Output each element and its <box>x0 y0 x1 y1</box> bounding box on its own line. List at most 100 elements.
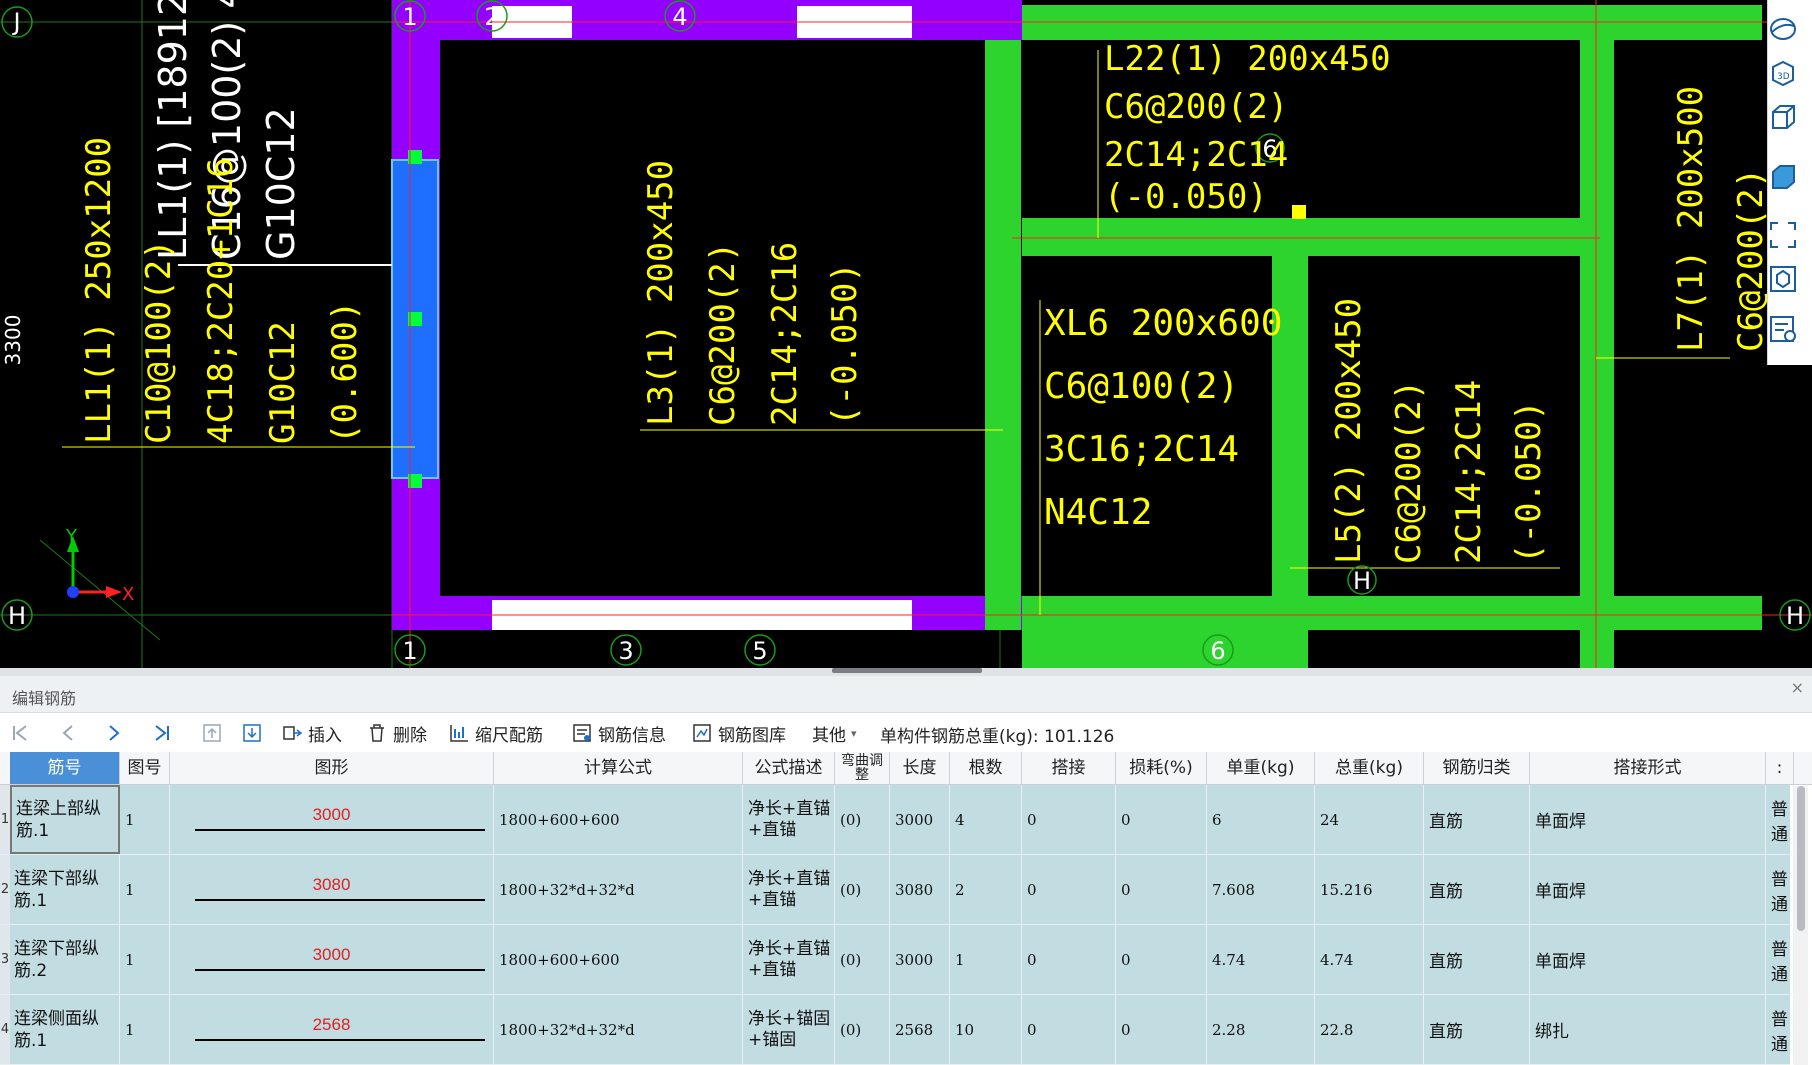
next-record-button[interactable] <box>102 721 126 745</box>
table-row[interactable]: 1 连梁上部纵筋.1 1 3000 1800+600+600 净长+直锚+直锚 … <box>0 785 1794 855</box>
formula-cell[interactable]: 1800+32*d+32*d <box>494 855 743 924</box>
rebar-library-button[interactable]: 钢筋图库 <box>692 721 786 746</box>
length-cell[interactable]: 3000 <box>890 785 950 854</box>
bend-adjust-cell[interactable]: (0) <box>835 785 890 854</box>
extra-cell[interactable]: 普通 <box>1766 925 1794 994</box>
col-header-lap-form[interactable]: 搭接形式 <box>1530 752 1766 784</box>
splitter-grip[interactable] <box>832 668 982 673</box>
col-header-shape[interactable]: 图形 <box>170 752 494 784</box>
formula-cell[interactable]: 1800+32*d+32*d <box>494 995 743 1064</box>
first-record-button[interactable] <box>8 721 32 745</box>
lap-cell[interactable]: 0 <box>1022 925 1116 994</box>
rebar-class-cell[interactable]: 直筋 <box>1424 925 1530 994</box>
col-header-bend-adjust[interactable]: 弯曲调整 <box>835 752 890 784</box>
loss-cell[interactable]: 0 <box>1116 925 1207 994</box>
col-header-length[interactable]: 长度 <box>890 752 950 784</box>
shape-cell[interactable]: 3000 <box>170 785 494 854</box>
lap-cell[interactable]: 0 <box>1022 785 1116 854</box>
lap-form-cell[interactable]: 单面焊 <box>1530 785 1766 854</box>
bend-adjust-cell[interactable]: (0) <box>835 995 890 1064</box>
lap-cell[interactable]: 0 <box>1022 995 1116 1064</box>
box-filled-icon[interactable] <box>1768 162 1798 192</box>
total-weight-cell[interactable]: 24 <box>1315 785 1424 854</box>
count-cell[interactable]: 1 <box>950 925 1022 994</box>
move-up-button[interactable] <box>200 721 224 745</box>
col-header-bar-no[interactable]: 筋号 <box>10 752 120 784</box>
count-cell[interactable]: 2 <box>950 855 1022 924</box>
unit-weight-cell[interactable]: 7.608 <box>1207 855 1315 924</box>
col-header-unit-weight[interactable]: 单重(kg) <box>1207 752 1315 784</box>
delete-button[interactable]: 删除 <box>367 721 427 746</box>
extra-cell[interactable]: 普通 <box>1766 855 1794 924</box>
total-weight-cell[interactable]: 15.216 <box>1315 855 1424 924</box>
table-row[interactable]: 2 连梁下部纵筋.1 1 3080 1800+32*d+32*d 净长+直锚+直… <box>0 855 1794 925</box>
rebar-info-button[interactable]: 钢筋信息 <box>572 721 666 746</box>
prev-record-button[interactable] <box>56 721 80 745</box>
formula-desc-cell[interactable]: 净长+锚固+锚固 <box>743 995 835 1064</box>
rebar-class-cell[interactable]: 直筋 <box>1424 995 1530 1064</box>
total-weight-cell[interactable]: 4.74 <box>1315 925 1424 994</box>
table-scrollbar[interactable] <box>1794 786 1808 1065</box>
unit-weight-cell[interactable]: 4.74 <box>1207 925 1315 994</box>
cad-drawing[interactable]: J H H H 1 2 4 1 3 5 6 6 3300 LL1(1) [189… <box>0 0 1812 668</box>
fig-no-cell[interactable]: 1 <box>120 855 170 924</box>
table-row[interactable]: 4 连梁侧面纵筋.1 1 2568 1800+32*d+32*d 净长+锚固+锚… <box>0 995 1794 1065</box>
count-cell[interactable]: 10 <box>950 995 1022 1064</box>
scale-rebar-button[interactable]: 缩尺配筋 <box>449 721 543 746</box>
col-header-more[interactable]: : <box>1766 752 1794 784</box>
formula-cell[interactable]: 1800+600+600 <box>494 925 743 994</box>
shape-cell[interactable]: 2568 <box>170 995 494 1064</box>
col-header-total-weight[interactable]: 总重(kg) <box>1315 752 1424 784</box>
col-header-loss[interactable]: 损耗(%) <box>1116 752 1207 784</box>
3d-view-icon[interactable]: 3D <box>1768 58 1798 88</box>
col-header-fig-no[interactable]: 图号 <box>120 752 170 784</box>
shape-cell[interactable]: 3000 <box>170 925 494 994</box>
formula-desc-cell[interactable]: 净长+直锚+直锚 <box>743 785 835 854</box>
col-header-formula-desc[interactable]: 公式描述 <box>743 752 835 784</box>
unit-weight-cell[interactable]: 6 <box>1207 785 1315 854</box>
formula-desc-cell[interactable]: 净长+直锚+直锚 <box>743 855 835 924</box>
lap-form-cell[interactable]: 单面焊 <box>1530 855 1766 924</box>
extra-cell[interactable]: 普通 <box>1766 785 1794 854</box>
formula-cell[interactable]: 1800+600+600 <box>494 785 743 854</box>
extra-cell[interactable]: 普通 <box>1766 995 1794 1064</box>
shape-cell[interactable]: 3080 <box>170 855 494 924</box>
col-header-lap[interactable]: 搭接 <box>1022 752 1116 784</box>
fig-no-cell[interactable]: 1 <box>120 995 170 1064</box>
bar-name-cell[interactable]: 连梁上部纵筋.1 <box>10 785 120 854</box>
rebar-class-cell[interactable]: 直筋 <box>1424 855 1530 924</box>
sphere-icon[interactable] <box>1768 14 1798 44</box>
count-cell[interactable]: 4 <box>950 785 1022 854</box>
close-icon[interactable]: × <box>1791 678 1804 697</box>
length-cell[interactable]: 3000 <box>890 925 950 994</box>
col-header-formula[interactable]: 计算公式 <box>494 752 743 784</box>
col-header-rebar-class[interactable]: 钢筋归类 <box>1424 752 1530 784</box>
insert-button[interactable]: 插入 <box>282 721 342 746</box>
formula-desc-cell[interactable]: 净长+直锚+直锚 <box>743 925 835 994</box>
col-header-count[interactable]: 根数 <box>950 752 1022 784</box>
bar-name-cell[interactable]: 连梁侧面纵筋.1 <box>10 995 120 1064</box>
box-icon[interactable] <box>1768 102 1798 132</box>
move-down-button[interactable] <box>240 721 264 745</box>
loss-cell[interactable]: 0 <box>1116 785 1207 854</box>
bend-adjust-cell[interactable]: (0) <box>835 925 890 994</box>
loss-cell[interactable]: 0 <box>1116 855 1207 924</box>
length-cell[interactable]: 3080 <box>890 855 950 924</box>
loss-cell[interactable]: 0 <box>1116 995 1207 1064</box>
scrollbar-thumb[interactable] <box>1797 786 1805 931</box>
unit-weight-cell[interactable]: 2.28 <box>1207 995 1315 1064</box>
table-row[interactable]: 3 连梁下部纵筋.2 1 3000 1800+600+600 净长+直锚+直锚 … <box>0 925 1794 995</box>
length-cell[interactable]: 2568 <box>890 995 950 1064</box>
other-menu-button[interactable]: 其他 ▾ <box>812 721 857 746</box>
lap-form-cell[interactable]: 绑扎 <box>1530 995 1766 1064</box>
last-record-button[interactable] <box>150 721 174 745</box>
bar-name-cell[interactable]: 连梁下部纵筋.1 <box>10 855 120 924</box>
total-weight-cell[interactable]: 22.8 <box>1315 995 1424 1064</box>
fit-view-icon[interactable] <box>1768 220 1798 250</box>
bend-adjust-cell[interactable]: (0) <box>835 855 890 924</box>
bar-name-cell[interactable]: 连梁下部纵筋.2 <box>10 925 120 994</box>
fig-no-cell[interactable]: 1 <box>120 785 170 854</box>
list-settings-icon[interactable] <box>1768 314 1798 344</box>
fig-no-cell[interactable]: 1 <box>120 925 170 994</box>
lap-cell[interactable]: 0 <box>1022 855 1116 924</box>
